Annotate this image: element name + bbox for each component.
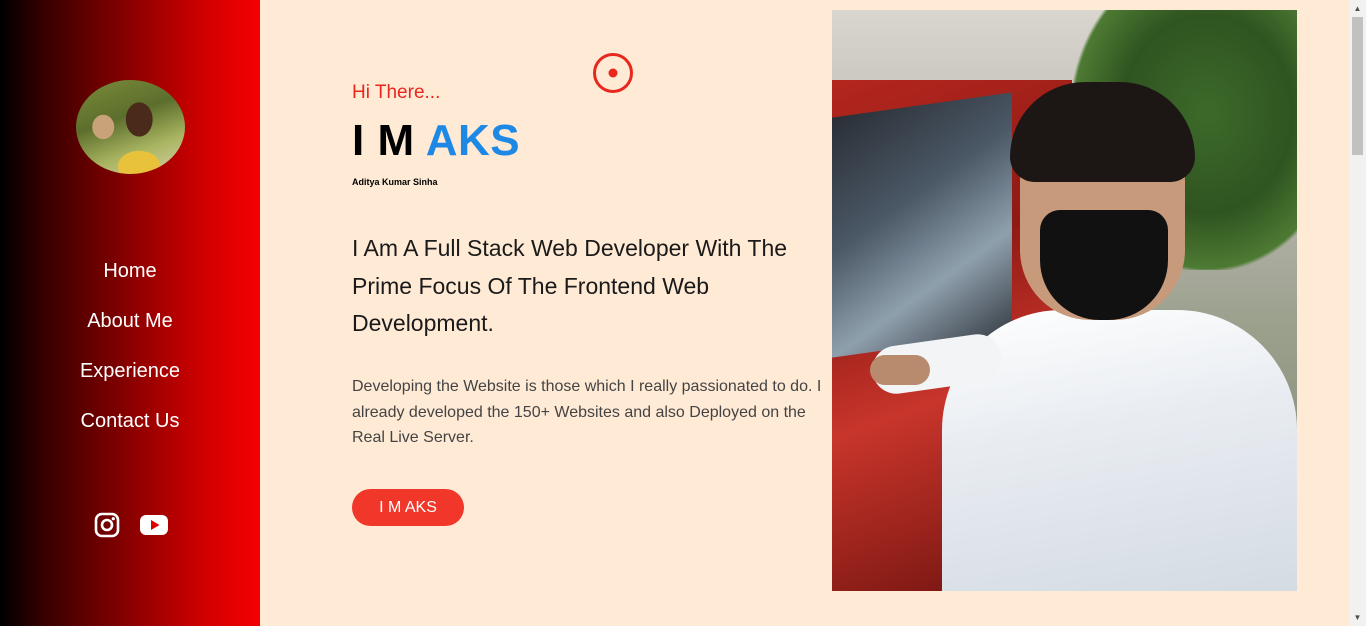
tagline: I Am A Full Stack Web Developer With The… (352, 235, 788, 336)
page-scrollbar[interactable]: ▲ ▼ (1349, 0, 1366, 626)
custom-cursor-icon (593, 53, 633, 93)
nav-contact-us[interactable]: Contact Us (0, 405, 260, 455)
scroll-down-icon[interactable]: ▼ (1349, 609, 1366, 626)
avatar (76, 80, 185, 174)
title-accent: AKS (425, 116, 521, 165)
full-name: Aditya Kumar Sinha (352, 177, 438, 187)
hero-title: I M AKS (352, 116, 520, 166)
greeting: Hi There... (352, 82, 441, 103)
sidebar: Home About Me Experience Contact Us (0, 0, 260, 626)
sidebar-nav: Home About Me Experience Contact Us (0, 255, 260, 455)
scroll-up-icon[interactable]: ▲ (1349, 0, 1366, 17)
nav-home[interactable]: Home (0, 255, 260, 305)
cta-button[interactable]: I M AKS (352, 489, 464, 526)
description: Developing the Website is those which I … (352, 378, 822, 446)
social-links (94, 512, 168, 538)
nav-experience[interactable]: Experience (0, 355, 260, 405)
title-prefix: I M (352, 116, 415, 165)
youtube-icon[interactable] (140, 512, 168, 538)
profile-photo (832, 10, 1297, 591)
nav-about-me[interactable]: About Me (0, 305, 260, 355)
scroll-thumb[interactable] (1352, 17, 1363, 155)
instagram-icon[interactable] (94, 512, 120, 538)
